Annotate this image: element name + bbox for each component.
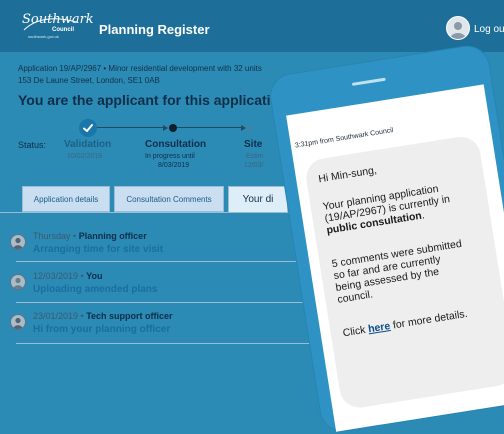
timeline-title[interactable]: Uploading amended plans <box>33 284 157 295</box>
phone-overlay: 3:31pm from Southwark Council Hi Min-sun… <box>0 0 504 434</box>
sms-p3-end: for more details. <box>389 307 469 332</box>
application-address: 153 De Laune Street, London, SE1 0AB <box>18 76 160 85</box>
tab-application-details[interactable]: Application details <box>22 186 110 212</box>
phone-mockup: 3:31pm from Southwark Council Hi Min-sun… <box>268 43 504 434</box>
person-icon <box>13 317 23 329</box>
stage-consultation-dot <box>169 124 177 132</box>
timeline-date: Thursday <box>33 231 71 241</box>
timeline-title[interactable]: Arranging time for site visit <box>33 244 163 255</box>
progress-line-1 <box>97 127 163 128</box>
avatar <box>10 314 26 330</box>
sms-p2-line4: council. <box>336 288 374 306</box>
progress-line-2 <box>177 127 241 128</box>
sms-p2-line1: 5 comments were submitted <box>330 237 463 271</box>
timeline-meta: 23/01/2019 • Tech support officer <box>33 311 173 321</box>
phone-screen: 3:31pm from Southwark Council Hi Min-sun… <box>286 84 504 432</box>
person-icon <box>13 237 23 249</box>
logo-wordmark: Southwark <box>22 12 94 27</box>
app-title: Planning Register <box>99 22 210 37</box>
sms-greeting: Hi Min-sung, <box>317 164 378 186</box>
application-summary: Application 19/AP/2967 • Minor residenti… <box>18 64 262 73</box>
person-icon <box>13 277 23 289</box>
stage-validation-date: 10/02/2019 <box>67 153 103 160</box>
user-avatar-icon <box>450 22 466 39</box>
tab-application-details-label: Application details <box>33 194 99 204</box>
page-title: You are the applicant for this applicati… <box>18 92 288 108</box>
side-action-button[interactable] <box>430 268 504 286</box>
sms-paragraph-3: Click here for more details. <box>342 303 500 340</box>
stage-site-detail: Estim <box>246 153 264 160</box>
timeline-date: 23/01/2019 <box>33 311 79 321</box>
timeline-meta: Thursday • Planning officer <box>33 231 147 241</box>
timeline-role: Tech support officer <box>86 311 173 321</box>
stage-consultation-name: Consultation <box>145 139 207 150</box>
stage-consultation-date: 8/03/2019 <box>158 162 190 169</box>
timeline-divider <box>16 302 504 303</box>
sms-p2-line2: so far and are currently <box>332 253 442 283</box>
sms-paragraph-1: Your planning application (19/AP/2967) i… <box>321 176 484 237</box>
southwark-logo[interactable]: Southwark Council southwark.gov.uk <box>22 12 94 40</box>
check-icon <box>83 124 93 132</box>
logo-council: Council <box>52 27 74 33</box>
sms-p1-line1: Your planning application <box>321 182 440 213</box>
stage-site-dot <box>247 126 251 130</box>
sms-p2-line3: being assessed by the <box>334 265 440 294</box>
tab-consultation-comments[interactable]: Consultation Comments <box>114 186 224 212</box>
stage-validation-name: Validation <box>64 139 112 150</box>
timeline-meta: 12/03/2019 • You <box>33 271 103 281</box>
stage-validation-dot <box>79 119 97 137</box>
avatar <box>10 274 26 290</box>
sms-sender-line: 3:31pm from Southwark Council <box>294 127 394 150</box>
tab-your-discussions[interactable]: Your di <box>228 186 288 212</box>
phone-speaker <box>351 77 386 86</box>
progress-arrow-1 <box>163 125 168 131</box>
timeline-role: You <box>86 271 103 281</box>
timeline-divider <box>16 261 504 262</box>
sms-details-link[interactable]: here <box>367 320 391 335</box>
tabs-divider <box>0 212 504 213</box>
user-avatar[interactable] <box>446 16 470 40</box>
sms-p3-start: Click <box>341 323 370 340</box>
logout-link[interactable]: Log out <box>474 24 504 35</box>
tab-consultation-comments-label: Consultation Comments <box>126 194 212 204</box>
tab-your-discussions-label: Your di <box>242 194 274 205</box>
sms-status-highlight: public consultation <box>325 209 423 237</box>
timeline-divider <box>16 343 504 344</box>
stage-site-date: 12/03/ <box>244 162 264 169</box>
side-panel-text: are <box>485 231 499 241</box>
timeline-title[interactable]: Hi from your planning officer <box>33 324 170 335</box>
progress-arrow-2 <box>241 125 246 131</box>
stage-consultation-detail: In progress until <box>145 153 195 160</box>
logo-url: southwark.gov.uk <box>28 34 59 39</box>
timeline-role: Planning officer <box>78 231 147 241</box>
status-label: Status: <box>18 140 47 150</box>
timeline-date: 12/03/2019 <box>33 271 79 281</box>
top-bar: Southwark Council southwark.gov.uk Plann… <box>0 0 504 52</box>
sms-p1-line2: (19/AP/2967) is currently in <box>323 193 451 225</box>
stage-site-name: Site <box>244 139 263 150</box>
avatar <box>10 234 26 250</box>
